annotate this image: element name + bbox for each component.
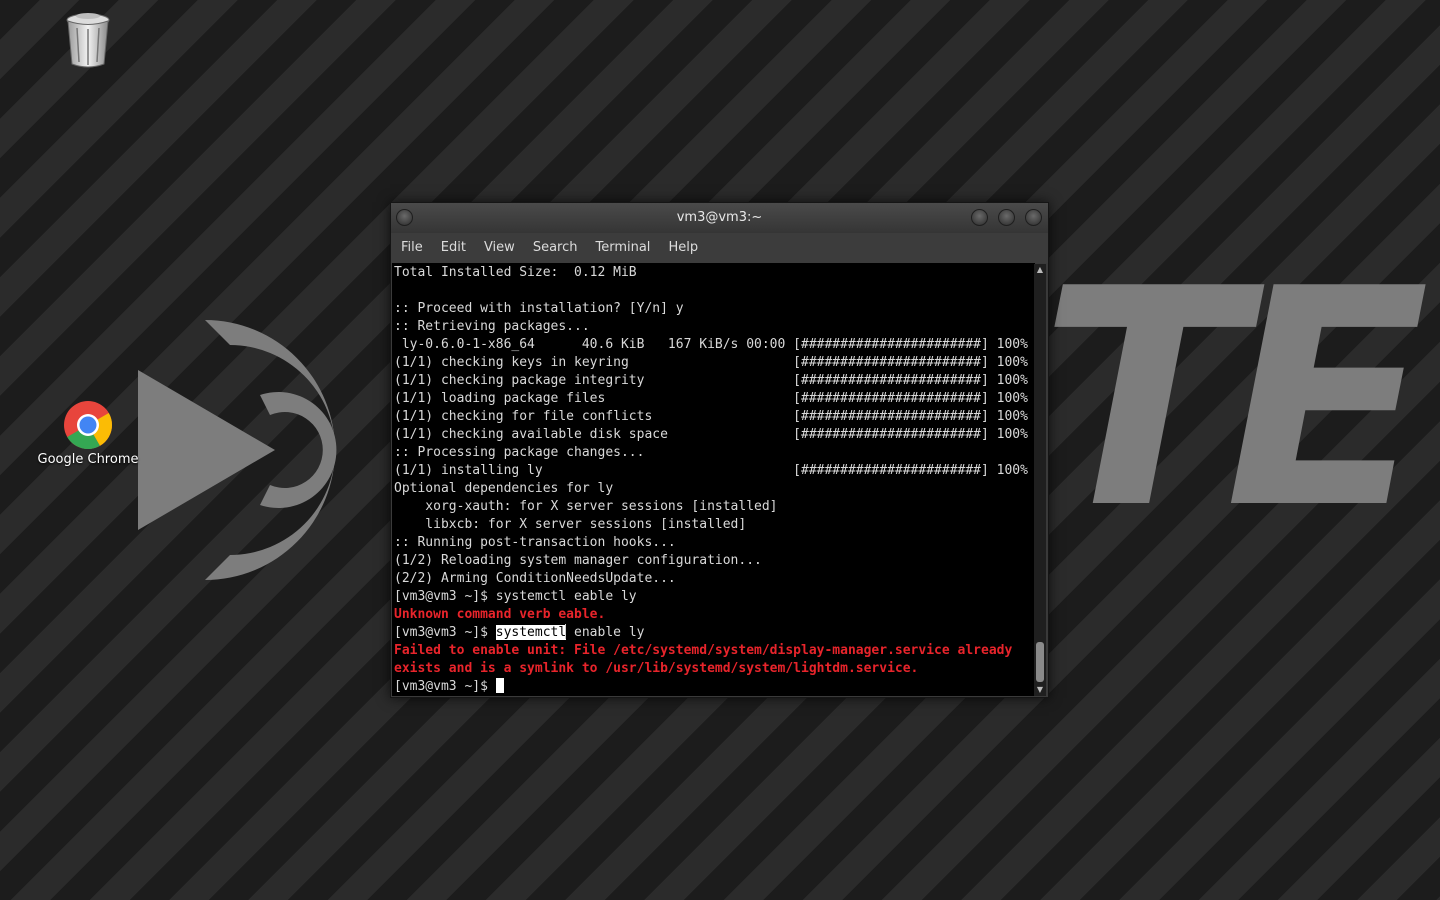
- terminal-window[interactable]: vm3@vm3:~ File Edit View Search Terminal Help…: [390, 202, 1049, 698]
- text-cursor: [495, 678, 504, 693]
- terminal-line: :: Processing package changes...: [394, 444, 1035, 462]
- line-text: (1/1) checking keys in keyring [########…: [394, 355, 1028, 370]
- titlebar[interactable]: vm3@vm3:~: [391, 203, 1048, 233]
- terminal-line: (1/1) checking keys in keyring [########…: [394, 354, 1035, 372]
- terminal-line: :: Running post-transaction hooks...: [394, 534, 1035, 552]
- scrollbar[interactable]: ▲ ▼: [1034, 264, 1046, 696]
- terminal-line: :: Retrieving packages...: [394, 318, 1035, 336]
- terminal-line: Failed to enable unit: File /etc/systemd…: [394, 642, 1035, 660]
- line-text: ly-0.6.0-1-x86_64 40.6 KiB 167 KiB/s 00:…: [394, 337, 1028, 352]
- wallpaper-logo-icon: [138, 320, 337, 580]
- line-text: (1/2) Reloading system manager configura…: [394, 553, 762, 568]
- window-title: vm3@vm3:~: [676, 210, 763, 225]
- line-text: (1/1) checking package integrity [######…: [394, 373, 1028, 388]
- menu-file[interactable]: File: [391, 233, 432, 263]
- scroll-thumb[interactable]: [1036, 642, 1044, 682]
- window-menu-button[interactable]: [396, 209, 413, 226]
- terminal-line: Optional dependencies for ly: [394, 480, 1035, 498]
- line-text: exists and is a symlink to /usr/lib/syst…: [394, 661, 919, 676]
- line-text: [vm3@vm3 ~]$ systemctl eable ly: [394, 589, 637, 604]
- menu-view[interactable]: View: [475, 233, 524, 263]
- selected-text[interactable]: systemctl: [495, 625, 567, 640]
- terminal-line: :: Proceed with installation? [Y/n] y: [394, 300, 1035, 318]
- line-text: :: Running post-transaction hooks...: [394, 535, 676, 550]
- terminal-line: [vm3@vm3 ~]$ systemctl eable ly: [394, 588, 1035, 606]
- line-text: :: Processing package changes...: [394, 445, 645, 460]
- terminal-line: Total Installed Size: 0.12 MiB: [394, 264, 1035, 282]
- desktop: TE Google Chrome vm3@vm3:~ File Edit Vie…: [0, 0, 1440, 900]
- terminal-line: [vm3@vm3 ~]$: [394, 678, 1035, 696]
- maximize-button[interactable]: [998, 209, 1015, 226]
- line-text: [vm3@vm3 ~]$: [394, 679, 496, 694]
- line-text: xorg-xauth: for X server sessions [insta…: [394, 499, 778, 514]
- line-text: (1/1) checking available disk space [###…: [394, 427, 1028, 442]
- line-text: libxcb: for X server sessions [installed…: [394, 517, 747, 532]
- minimize-button[interactable]: [971, 209, 988, 226]
- terminal-line: (1/2) Reloading system manager configura…: [394, 552, 1035, 570]
- line-text: (1/1) loading package files [###########…: [394, 391, 1028, 406]
- close-button[interactable]: [1025, 209, 1042, 226]
- line-text: Total Installed Size: 0.12 MiB: [394, 265, 637, 280]
- line-text: (1/1) checking for file conflicts [#####…: [394, 409, 1028, 424]
- menu-help[interactable]: Help: [659, 233, 707, 263]
- wallpaper-text: TE: [1040, 225, 1430, 574]
- trash-label: [33, 72, 143, 106]
- menu-edit[interactable]: Edit: [432, 233, 475, 263]
- terminal-output[interactable]: Total Installed Size: 0.12 MiB:: Proceed…: [392, 263, 1035, 696]
- terminal-line: (1/1) installing ly [###################…: [394, 462, 1035, 480]
- terminal-line: xorg-xauth: for X server sessions [insta…: [394, 498, 1035, 516]
- desktop-trash[interactable]: [33, 8, 143, 106]
- terminal-line: exists and is a symlink to /usr/lib/syst…: [394, 660, 1035, 678]
- line-text: Unknown command verb eable.: [394, 607, 606, 622]
- chrome-icon: [64, 401, 113, 450]
- chrome-label: Google Chrome: [37, 452, 139, 467]
- terminal-line: [vm3@vm3 ~]$ systemctl enable ly: [394, 624, 1035, 642]
- menubar: File Edit View Search Terminal Help: [391, 233, 1048, 263]
- terminal-line: ly-0.6.0-1-x86_64 40.6 KiB 167 KiB/s 00:…: [394, 336, 1035, 354]
- scroll-up-icon[interactable]: ▲: [1034, 264, 1046, 276]
- terminal-line: (2/2) Arming ConditionNeedsUpdate...: [394, 570, 1035, 588]
- terminal-line: (1/1) loading package files [###########…: [394, 390, 1035, 408]
- terminal-line: (1/1) checking package integrity [######…: [394, 372, 1035, 390]
- terminal-line: (1/1) checking available disk space [###…: [394, 426, 1035, 444]
- line-text: Optional dependencies for ly: [394, 481, 614, 496]
- terminal-lines: Total Installed Size: 0.12 MiB:: Proceed…: [392, 263, 1035, 696]
- line-text: Failed to enable unit: File /etc/systemd…: [394, 643, 1013, 658]
- line-text: :: Proceed with installation? [Y/n] y: [394, 301, 684, 316]
- line-text: :: Retrieving packages...: [394, 319, 590, 334]
- terminal-line: (1/1) checking for file conflicts [#####…: [394, 408, 1035, 426]
- terminal-line: Unknown command verb eable.: [394, 606, 1035, 624]
- scroll-down-icon[interactable]: ▼: [1034, 684, 1046, 696]
- command-rest: enable ly: [566, 625, 645, 640]
- line-text: (2/2) Arming ConditionNeedsUpdate...: [394, 571, 676, 586]
- desktop-google-chrome[interactable]: Google Chrome: [33, 400, 143, 468]
- prompt: [vm3@vm3 ~]$: [394, 625, 496, 640]
- trash-icon: [66, 13, 110, 68]
- menu-search[interactable]: Search: [524, 233, 587, 263]
- menu-terminal[interactable]: Terminal: [586, 233, 659, 263]
- line-text: (1/1) installing ly [###################…: [394, 463, 1028, 478]
- terminal-line: libxcb: for X server sessions [installed…: [394, 516, 1035, 534]
